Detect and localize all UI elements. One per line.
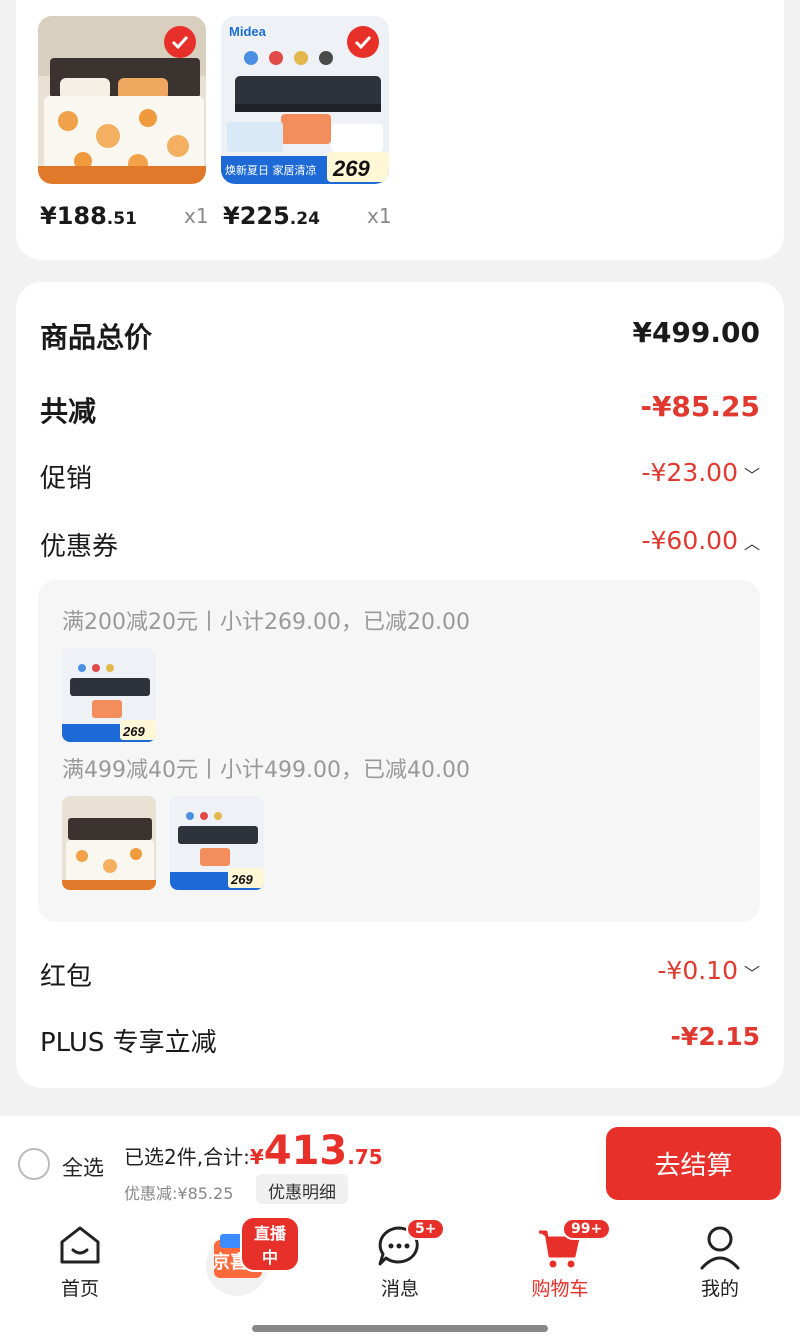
- promo-price-badge: 269: [332, 156, 370, 181]
- coupon-row[interactable]: -¥60.00 ︿: [642, 526, 761, 555]
- plus-discount-value: -¥2.15: [670, 1022, 760, 1051]
- tab-cart-label: 购物车: [531, 1278, 589, 1300]
- cart-count-badge: 99+: [562, 1218, 612, 1240]
- user-icon: [700, 1226, 740, 1270]
- brand-logo: Midea: [229, 24, 267, 39]
- tab-messages[interactable]: 5+ 消息: [340, 1212, 460, 1312]
- coupon-label: 优惠券: [40, 532, 119, 562]
- promotion-label: 促销: [40, 464, 93, 494]
- tab-messages-label: 消息: [380, 1278, 419, 1300]
- total-discount-value: -¥85.25: [640, 390, 760, 423]
- price-summary-card: 商品总价 ¥499.00 共减 -¥85.25 促销 -¥23.00 ﹀ 优惠券 …: [16, 282, 784, 1088]
- coupon-item-image-vacuum-sealer[interactable]: 269: [170, 796, 264, 890]
- discount-summary: 优惠减:¥85.25: [124, 1184, 234, 1203]
- promotion-row[interactable]: -¥23.00 ﹀: [642, 458, 761, 487]
- total-price-value: ¥499.00: [632, 316, 760, 349]
- coupon-item-image-vacuum-sealer[interactable]: 269: [62, 648, 156, 742]
- coupon-value: -¥60.00: [641, 526, 739, 555]
- home-indicator: [252, 1325, 548, 1332]
- selected-count-text: 已选2件,合计:: [124, 1145, 250, 1169]
- message-count-badge: 5+: [406, 1218, 446, 1240]
- red-packet-row[interactable]: -¥0.10 ﹀: [657, 956, 760, 985]
- promo-price-badge: 269: [230, 872, 253, 887]
- tab-me[interactable]: 我的: [660, 1212, 780, 1312]
- currency-symbol: ¥: [249, 1145, 264, 1169]
- tab-cart[interactable]: 99+ 购物车: [500, 1212, 620, 1312]
- chevron-down-icon[interactable]: ﹀: [744, 960, 760, 984]
- total-price-label: 商品总价: [40, 321, 153, 354]
- chevron-up-icon[interactable]: ︿: [744, 530, 760, 554]
- tab-home-label: 首页: [60, 1278, 99, 1300]
- live-badge: 直播中: [240, 1216, 300, 1272]
- discount-detail-button[interactable]: 优惠明细: [256, 1174, 348, 1204]
- red-packet-value: -¥0.10: [657, 956, 738, 985]
- coupon-rule-2: 满499减40元丨小计499.00，已减40.00: [62, 758, 470, 783]
- home-icon: [60, 1226, 100, 1264]
- product-price-vacuum-sealer: ¥225.24: [223, 202, 320, 230]
- bottom-tab-bar: 首页 京喜 直播中 5+ 消息 99+ 购物车 我的: [0, 1212, 800, 1341]
- tab-me-label: 我的: [700, 1278, 739, 1300]
- total-decimal: .75: [347, 1145, 383, 1169]
- red-packet-label: 红包: [40, 962, 93, 992]
- coupon-rule-1: 满200减20元丨小计269.00，已减20.00: [62, 610, 470, 635]
- plus-discount-label: PLUS 专享立减: [40, 1028, 217, 1058]
- tab-home[interactable]: 首页: [20, 1212, 140, 1312]
- selected-total: 已选2件,合计:¥413.75: [124, 1128, 383, 1174]
- product-qty-bedding: x1: [184, 204, 209, 228]
- promo-price-badge: 269: [122, 724, 145, 739]
- product-image-bedding[interactable]: [38, 16, 206, 184]
- product-image-vacuum-sealer[interactable]: Midea 269 焕新夏日 家居清凉: [221, 16, 389, 184]
- select-all-checkbox[interactable]: [18, 1148, 50, 1180]
- coupon-item-image-bedding[interactable]: [62, 796, 156, 890]
- total-integer: 413: [263, 1128, 348, 1174]
- product-qty-vacuum-sealer: x1: [367, 204, 392, 228]
- product-price-bedding: ¥188.51: [40, 202, 137, 230]
- selected-products-card: Midea 269 焕新夏日 家居清凉 ¥188.51 x1 ¥225.24 x…: [16, 0, 784, 260]
- promo-tag-text: 焕新夏日 家居清凉: [225, 163, 317, 177]
- selected-check-icon[interactable]: [347, 26, 379, 58]
- coupon-detail-panel: 满200减20元丨小计269.00，已减20.00 269 满499减40元丨小…: [38, 580, 760, 922]
- chevron-down-icon[interactable]: ﹀: [744, 462, 760, 486]
- select-all-label[interactable]: 全选: [62, 1152, 104, 1182]
- total-discount-label: 共减: [40, 395, 97, 428]
- promotion-value: -¥23.00: [641, 458, 739, 487]
- selected-check-icon[interactable]: [164, 26, 196, 58]
- checkout-button[interactable]: 去结算: [606, 1127, 781, 1200]
- checkout-bar: 全选 已选2件,合计:¥413.75 优惠减:¥85.25 优惠明细 去结算: [0, 1116, 800, 1212]
- tab-jingxi[interactable]: 京喜 直播中: [180, 1212, 300, 1312]
